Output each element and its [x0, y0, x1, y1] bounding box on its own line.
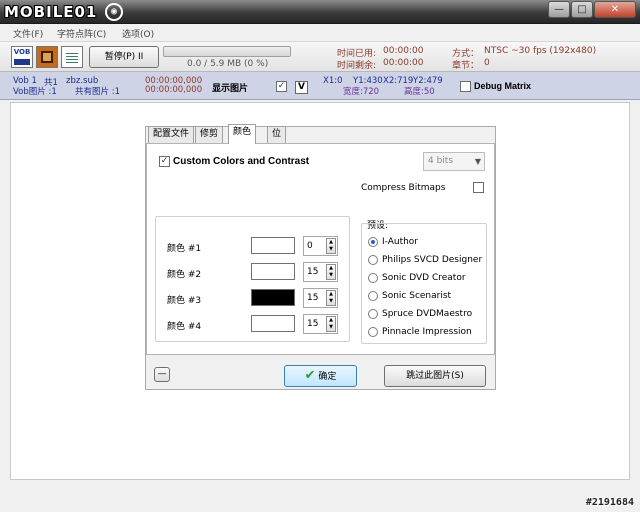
- preset-label-spruce: Spruce DVDMaestro: [382, 309, 473, 319]
- preset-label-sonic-scenarist: Sonic Scenarist: [382, 291, 452, 301]
- preset-radio-philips[interactable]: [368, 255, 378, 265]
- color-2-swatch[interactable]: [251, 263, 295, 280]
- tab-bits[interactable]: 位: [267, 126, 287, 143]
- menu-file[interactable]: 文件(F): [13, 27, 43, 40]
- logo-badge-icon: ◉: [105, 3, 123, 21]
- menu-options[interactable]: 选项(O): [122, 27, 154, 40]
- color-4-contrast-value: 15: [307, 319, 319, 329]
- total-pictures: 共有图片 :1: [75, 87, 120, 97]
- color-3-contrast-value: 15: [307, 293, 319, 303]
- time-left-label: 时间剩余:: [337, 61, 377, 71]
- compress-bitmaps-checkbox[interactable]: [473, 182, 484, 193]
- progress-bar: [163, 46, 291, 57]
- time-left-value: 00:00:00: [383, 58, 424, 68]
- toolbar: VOB 暂停(P) II 0.0 / 5.9 MB (0 %) 时间已用: 00…: [0, 42, 640, 72]
- preset-label-pinnacle: Pinnacle Impression: [382, 327, 472, 337]
- skip-picture-button[interactable]: 跳过此图片(S): [384, 365, 486, 387]
- spin-arrows-icon[interactable]: ▲ ▼: [326, 264, 336, 280]
- info-bar: Vob 1 共1 zbz.sub Vob图片 :1 共有图片 :1 00:00:…: [0, 72, 640, 100]
- checkmark-icon: ✔: [304, 368, 316, 383]
- preset-radio-i-author[interactable]: [368, 237, 378, 247]
- preset-label-i-author: I-Author: [382, 237, 419, 247]
- chapter-label: 章节：: [452, 61, 480, 71]
- menu-bitmap[interactable]: 字符点阵(C): [57, 27, 106, 40]
- end-time: 00:00:00,000: [145, 85, 203, 95]
- color-3-swatch[interactable]: [251, 289, 295, 306]
- format-value: NTSC ~30 fps (192x480): [484, 46, 597, 56]
- preset-radio-pinnacle[interactable]: [368, 327, 378, 337]
- x1-value: X1:0: [323, 76, 343, 86]
- ok-button-label: 确定: [318, 372, 337, 382]
- custom-colors-checkbox[interactable]: ✓: [159, 156, 170, 167]
- spin-arrows-icon[interactable]: ▲ ▼: [326, 316, 336, 332]
- height-value: 高度:50: [404, 87, 435, 97]
- width-value: 宽度:720: [343, 87, 380, 97]
- preset-label-sonic-dvd: Sonic DVD Creator: [382, 273, 466, 283]
- tab-color[interactable]: 颜色: [228, 124, 257, 144]
- color-1-contrast-value: 0: [307, 241, 313, 251]
- v-button[interactable]: V: [295, 81, 308, 94]
- color-2-contrast-stepper[interactable]: 15 ▲ ▼: [303, 262, 338, 282]
- film-icon[interactable]: [36, 46, 58, 68]
- debug-matrix-label: Debug Matrix: [474, 81, 532, 91]
- preset-radio-sonic-dvd[interactable]: [368, 273, 378, 283]
- status-bar: [0, 482, 640, 512]
- minimize-button[interactable]: —: [548, 1, 570, 18]
- debug-matrix-checkbox[interactable]: [460, 81, 471, 92]
- show-picture-label: 显示图片: [212, 83, 249, 93]
- tab-profile[interactable]: 配置文件: [148, 126, 195, 143]
- preset-radio-sonic-scenarist[interactable]: [368, 291, 378, 301]
- compress-bitmaps-label: Compress Bitmaps: [361, 183, 446, 193]
- presets-group: [361, 223, 487, 344]
- color-1-contrast-stepper[interactable]: 0 ▲ ▼: [303, 236, 338, 256]
- color-2-contrast-value: 15: [307, 267, 319, 277]
- color-4-label: 颜色 #4: [167, 322, 202, 332]
- bits-select[interactable]: 4 bits ▼: [423, 152, 485, 171]
- grid-icon[interactable]: [61, 46, 83, 68]
- color-3-label: 颜色 #3: [167, 296, 202, 306]
- preset-label-philips: Philips SVCD Designer: [382, 255, 483, 265]
- preset-radio-spruce[interactable]: [368, 309, 378, 319]
- color-4-swatch[interactable]: [251, 315, 295, 332]
- spin-arrows-icon[interactable]: ▲ ▼: [326, 290, 336, 306]
- vob-picture: Vob图片 :1: [13, 87, 57, 97]
- site-logo: MOBILE01: [4, 3, 98, 21]
- show-picture-checkbox[interactable]: ✓: [276, 81, 287, 92]
- close-button[interactable]: ✕: [594, 1, 636, 18]
- custom-colors-label: Custom Colors and Contrast: [173, 156, 310, 167]
- chapter-value: 0: [484, 58, 490, 68]
- vob-icon-text: VOB: [13, 48, 31, 56]
- collapse-button[interactable]: —: [154, 367, 170, 382]
- spin-arrows-icon[interactable]: ▲ ▼: [326, 238, 336, 254]
- tab-crop[interactable]: 修剪: [195, 126, 224, 143]
- time-used-value: 00:00:00: [383, 46, 424, 56]
- color-4-contrast-stepper[interactable]: 15 ▲ ▼: [303, 314, 338, 334]
- menu-bar: 文件(F) 字符点阵(C) 选项(O): [0, 24, 640, 42]
- chevron-down-icon: ▼: [474, 157, 481, 166]
- color-3-contrast-stepper[interactable]: 15 ▲ ▼: [303, 288, 338, 308]
- ok-button[interactable]: ✔ 确定: [284, 365, 357, 387]
- title-bar: MOBILE01 ◉ — □ ✕: [0, 0, 640, 24]
- color-1-swatch[interactable]: [251, 237, 295, 254]
- maximize-button[interactable]: □: [571, 1, 593, 18]
- color-1-label: 颜色 #1: [167, 244, 202, 254]
- progress-text: 0.0 / 5.9 MB (0 %): [187, 59, 269, 69]
- watermark: #2191684: [585, 497, 634, 508]
- bits-select-value: 4 bits: [428, 156, 454, 166]
- pause-button[interactable]: 暂停(P) II: [89, 46, 159, 68]
- color-2-label: 颜色 #2: [167, 270, 202, 280]
- vob-icon[interactable]: VOB: [11, 46, 33, 68]
